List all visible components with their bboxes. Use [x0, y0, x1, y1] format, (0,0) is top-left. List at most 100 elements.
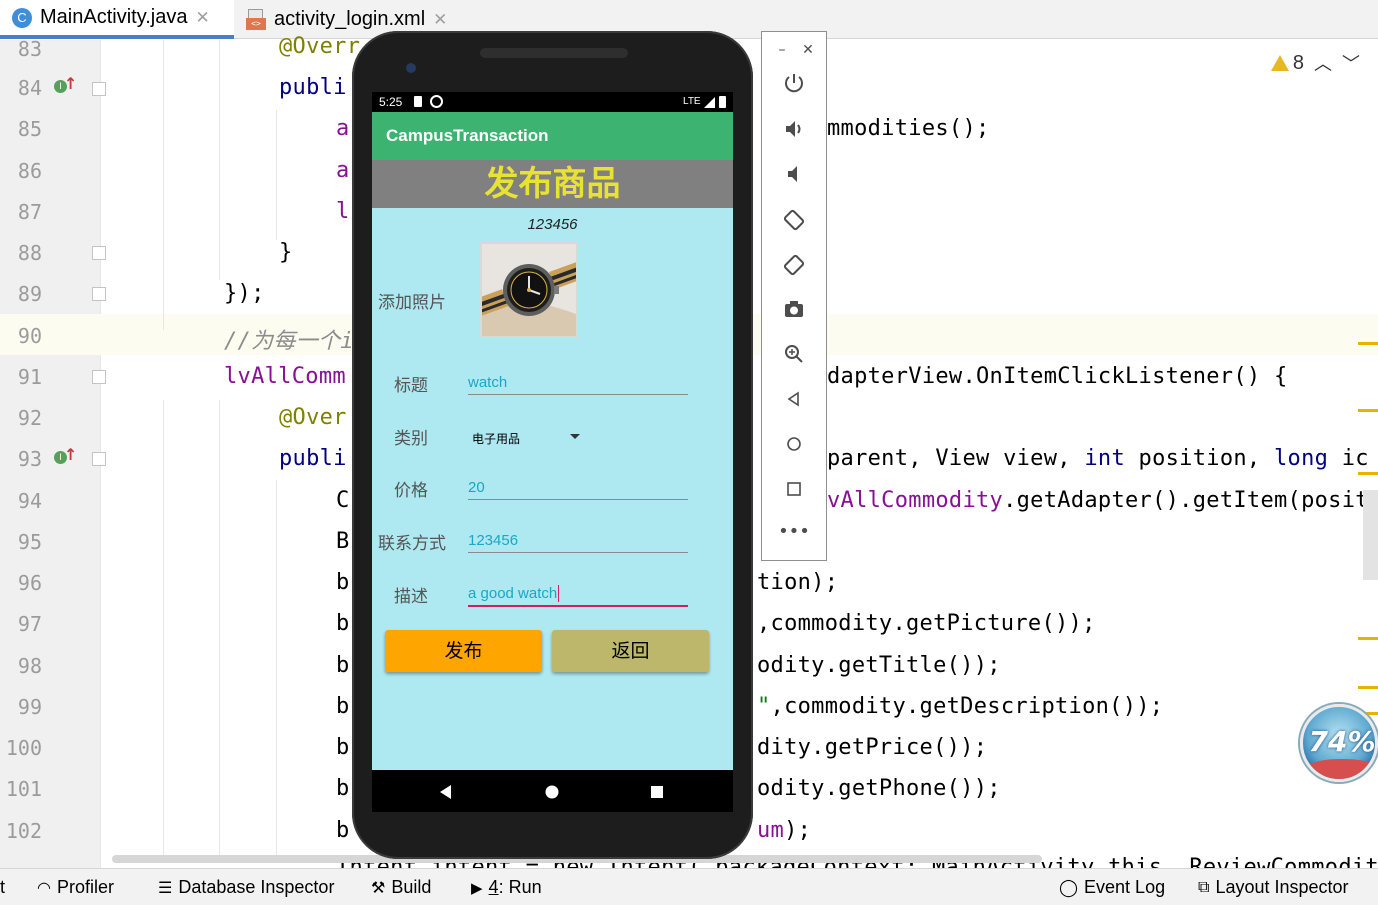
- code-line-91[interactable]: lvAllComm: [224, 364, 346, 389]
- scroll-marker[interactable]: [1358, 342, 1378, 345]
- line-number: 87: [17, 200, 42, 224]
- home-icon[interactable]: [762, 433, 826, 460]
- code-fragment[interactable]: vAllCommodity.getAdapter().getItem(posit: [827, 488, 1369, 513]
- code-line-99[interactable]: b: [336, 694, 350, 719]
- chevron-up-icon[interactable]: ︿: [1314, 50, 1332, 76]
- nav-back-icon[interactable]: [438, 784, 454, 800]
- price-input[interactable]: 20: [468, 479, 485, 496]
- code-line-87[interactable]: l: [336, 199, 350, 224]
- volume-up-icon[interactable]: [762, 118, 826, 145]
- description-underline: [468, 605, 688, 607]
- code-line-96[interactable]: b: [336, 570, 350, 595]
- contact-label: 联系方式: [378, 534, 446, 554]
- dropdown-arrow-icon[interactable]: [570, 434, 580, 439]
- code-line-90[interactable]: //为每一个i: [224, 323, 354, 355]
- code-fragment[interactable]: mmodities();: [827, 116, 990, 141]
- inspection-widget[interactable]: 8 ︿ ﹀: [1270, 50, 1360, 76]
- indent-guide: [219, 40, 220, 280]
- description-label: 描述: [394, 587, 428, 607]
- code-fragment[interactable]: dity.getPrice());: [757, 735, 987, 760]
- zoom-icon[interactable]: [762, 343, 826, 370]
- code-fragment[interactable]: um);: [757, 818, 811, 843]
- fold-toggle-icon[interactable]: [92, 287, 106, 301]
- layout-inspector-icon: ⧉: [1198, 878, 1210, 896]
- code-fragment[interactable]: tion);: [757, 570, 838, 595]
- tab-mainactivity-java[interactable]: C MainActivity.java ✕: [0, 0, 234, 39]
- close-icon[interactable]: ✕: [195, 8, 209, 28]
- fold-toggle-icon[interactable]: [92, 452, 106, 466]
- fold-toggle-icon[interactable]: [92, 370, 106, 384]
- close-icon[interactable]: ✕: [776, 38, 840, 62]
- code-line-98[interactable]: b: [336, 653, 350, 678]
- scroll-marker[interactable]: [1358, 637, 1378, 640]
- power-icon[interactable]: [762, 72, 826, 99]
- code-line-85[interactable]: a: [336, 116, 350, 141]
- code-line-88[interactable]: }: [279, 240, 293, 265]
- code-line-101[interactable]: b: [336, 776, 350, 801]
- line-number: 85: [17, 117, 42, 141]
- layout-inspector-button[interactable]: ⧉ Layout Inspector: [1198, 877, 1349, 898]
- line-number: 98: [17, 654, 42, 678]
- category-spinner[interactable]: 电子用品: [472, 430, 520, 447]
- scroll-marker[interactable]: [1358, 472, 1378, 475]
- event-log-button[interactable]: ◯ Event Log: [1059, 877, 1165, 898]
- code-line-83[interactable]: @Overr: [279, 34, 360, 59]
- nav-home-icon[interactable]: [544, 784, 560, 800]
- rotate-right-icon[interactable]: [762, 253, 826, 282]
- tab-label: MainActivity.java: [40, 6, 188, 28]
- database-inspector-button[interactable]: ☰ Database Inspector: [158, 877, 334, 898]
- code-fragment[interactable]: ,commodity.getPicture());: [757, 611, 1096, 636]
- code-line-97[interactable]: b: [336, 611, 350, 636]
- badge-wave: [1303, 759, 1375, 779]
- back-button[interactable]: 返回: [552, 630, 709, 672]
- line-number: 100: [5, 736, 42, 760]
- line-number: 89: [17, 282, 42, 306]
- code-fragment[interactable]: odity.getTitle());: [757, 653, 1001, 678]
- product-photo[interactable]: [480, 242, 578, 338]
- overview-icon[interactable]: [762, 478, 826, 505]
- code-fragment[interactable]: parent, View view, int position, long ic: [827, 446, 1369, 471]
- code-line-93[interactable]: publi: [279, 446, 347, 471]
- code-line-89[interactable]: });: [224, 281, 265, 306]
- code-line-86[interactable]: a: [336, 158, 350, 183]
- code-fragment[interactable]: odity.getPhone());: [757, 776, 1001, 801]
- truncated-tool[interactable]: t: [0, 877, 5, 898]
- title-input[interactable]: watch: [468, 374, 507, 391]
- contact-input[interactable]: 123456: [468, 532, 518, 549]
- code-line-92[interactable]: @Over: [279, 405, 347, 430]
- warning-count[interactable]: 8: [1270, 52, 1304, 75]
- publish-button[interactable]: 发布: [385, 630, 542, 672]
- rotate-left-icon[interactable]: [762, 208, 826, 237]
- code-line-102[interactable]: b: [336, 818, 350, 843]
- indent-guide: [163, 400, 164, 860]
- scroll-marker[interactable]: [1358, 686, 1378, 689]
- camera-icon[interactable]: [762, 298, 826, 325]
- chevron-down-icon[interactable]: ﹀: [1342, 50, 1360, 76]
- run-button[interactable]: ▶ 4: Run: [471, 877, 542, 898]
- close-icon[interactable]: ✕: [433, 10, 447, 30]
- back-icon[interactable]: [762, 388, 826, 415]
- scroll-marker[interactable]: [1358, 409, 1378, 412]
- more-icon[interactable]: •••: [762, 520, 826, 544]
- nav-overview-icon[interactable]: [649, 784, 665, 800]
- code-line-94[interactable]: C: [336, 488, 350, 513]
- code-fragment[interactable]: dapterView.OnItemClickListener() {: [827, 364, 1288, 389]
- profiler-button[interactable]: ◠ Profiler: [37, 877, 114, 898]
- indent-guide: [276, 110, 277, 240]
- fold-toggle-icon[interactable]: [92, 246, 106, 260]
- code-fragment[interactable]: ",commodity.getDescription());: [757, 694, 1163, 719]
- emulator-screen[interactable]: 5:25 LTE CampusTransaction 发布商品 123456 添…: [372, 92, 733, 812]
- code-line-84[interactable]: publi: [279, 75, 347, 100]
- code-line-100[interactable]: b: [336, 735, 350, 760]
- fold-toggle-icon[interactable]: [92, 82, 106, 96]
- sync-icon: [430, 95, 443, 108]
- vertical-scrollbar[interactable]: [1363, 490, 1378, 580]
- price-label: 价格: [394, 481, 428, 501]
- code-line-95[interactable]: B: [336, 529, 350, 554]
- performance-badge[interactable]: 74%: [1300, 704, 1378, 782]
- volume-down-icon[interactable]: [762, 163, 826, 190]
- build-button[interactable]: ⚒ Build: [371, 877, 431, 898]
- description-input[interactable]: a good watch: [468, 585, 560, 602]
- title-underline: [468, 394, 688, 395]
- event-log-icon: ◯: [1059, 877, 1079, 897]
